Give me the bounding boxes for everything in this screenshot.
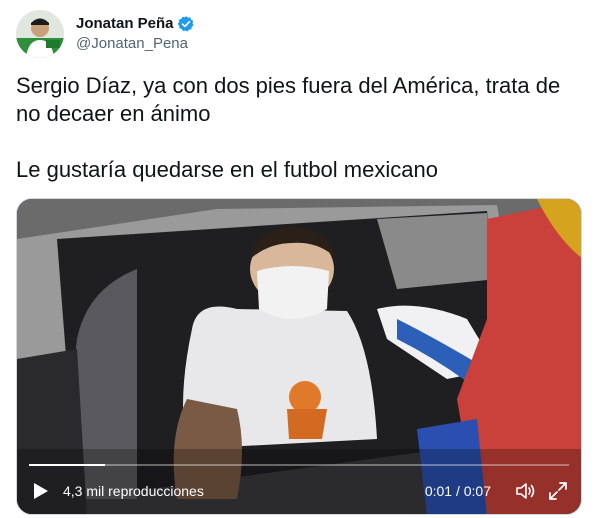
avatar[interactable] [16, 10, 64, 58]
progress-bar[interactable] [29, 464, 569, 466]
video-time: 0:01 / 0:07 [424, 483, 491, 499]
video-player[interactable]: 4,3 mil reproducciones 0:01 / 0:07 [16, 198, 582, 515]
view-count: 4,3 mil reproducciones [63, 483, 204, 499]
fullscreen-icon[interactable] [547, 480, 569, 502]
play-icon[interactable] [33, 481, 51, 501]
tweet-text: Sergio Díaz, ya con dos pies fuera del A… [16, 72, 581, 184]
tweet-header: Jonatan Peña @Jonatan_Pena [16, 10, 581, 58]
author-handle[interactable]: @Jonatan_Pena [76, 34, 195, 54]
progress-fill [29, 464, 105, 466]
volume-icon[interactable] [515, 480, 537, 502]
verified-badge-icon [177, 15, 195, 33]
tweet-text-line: Le gustaría quedarse en el futbol mexica… [16, 157, 438, 182]
tweet-text-line: Sergio Díaz, ya con dos pies fuera del A… [16, 73, 561, 126]
video-controls: 4,3 mil reproducciones 0:01 / 0:07 [17, 468, 581, 514]
author-name[interactable]: Jonatan Peña [76, 14, 174, 34]
